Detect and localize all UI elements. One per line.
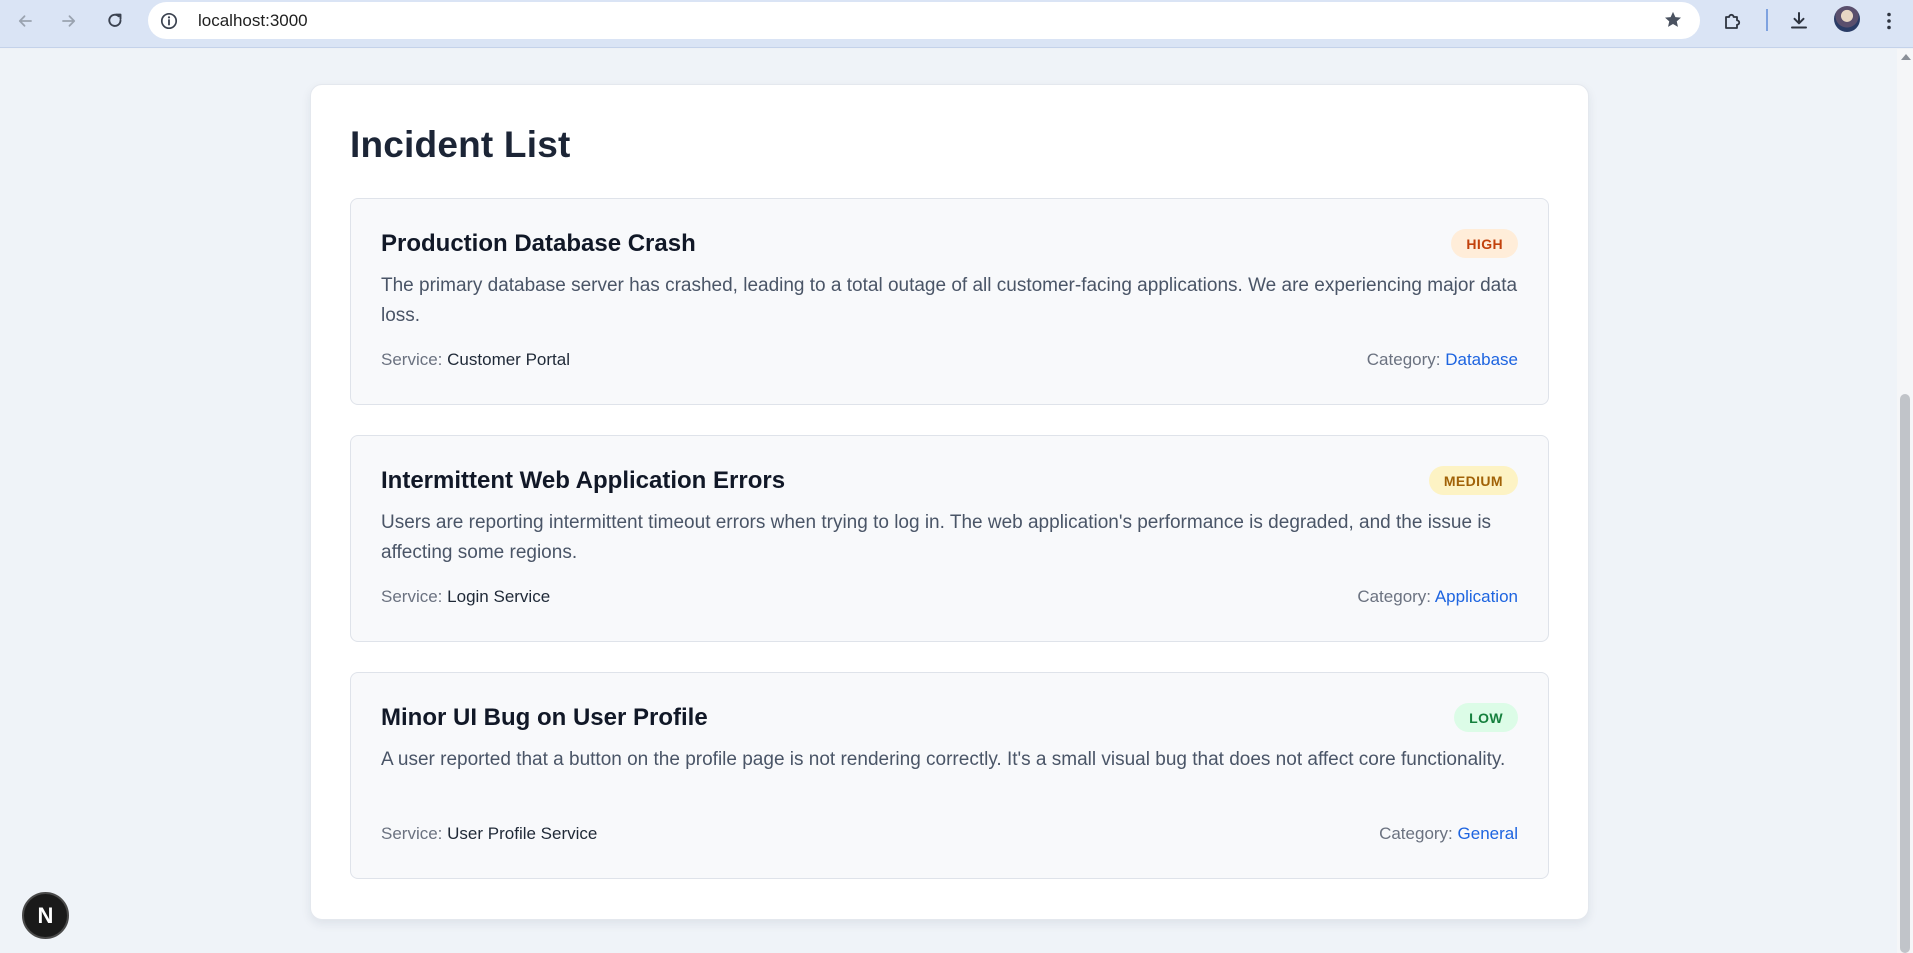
vertical-scrollbar[interactable]	[1897, 49, 1913, 953]
severity-badge: HIGH	[1451, 229, 1518, 258]
kebab-menu-icon	[1887, 12, 1891, 30]
service-field: Service: Customer Portal	[381, 349, 570, 371]
service-value: User Profile Service	[447, 824, 598, 843]
incident-title[interactable]: Production Database Crash	[381, 229, 1518, 259]
next-logo-icon: N	[37, 902, 54, 928]
severity-badge: LOW	[1454, 703, 1518, 732]
avatar[interactable]	[1834, 6, 1860, 32]
service-field: Service: User Profile Service	[381, 823, 597, 845]
nextjs-dev-indicator[interactable]: N	[22, 892, 69, 939]
incident-description: The primary database server has crashed,…	[381, 275, 1518, 326]
category-label: Category:	[1379, 824, 1453, 843]
incident-list: Production Database Crash HIGH The primary…	[350, 198, 1549, 879]
incident-description: A user reported that a button on the pro…	[381, 749, 1506, 770]
incident-card-container: Incident List Production Database Crash H…	[310, 84, 1589, 920]
puzzle-icon	[1725, 13, 1741, 29]
scroll-up-arrow-icon[interactable]	[1901, 54, 1911, 60]
category-value[interactable]: General	[1458, 824, 1518, 843]
page-viewport: Incident List Production Database Crash H…	[0, 49, 1897, 953]
site-info-icon[interactable]	[152, 4, 186, 38]
toolbar-divider	[1766, 9, 1768, 31]
category-value[interactable]: Application	[1435, 587, 1518, 606]
back-button[interactable]	[8, 4, 42, 38]
incident-title[interactable]: Intermittent Web Application Errors	[381, 466, 1518, 496]
service-label: Service:	[381, 824, 443, 843]
category-label: Category:	[1357, 587, 1432, 606]
category-field: Category: Database	[1367, 349, 1518, 371]
download-icon	[1791, 12, 1807, 29]
reload-icon	[108, 13, 122, 27]
url-text[interactable]: localhost:3000	[198, 11, 308, 31]
downloads-button[interactable]	[1782, 4, 1816, 38]
incident-item[interactable]: Production Database Crash HIGH The primary…	[350, 198, 1549, 405]
arrow-right-icon	[62, 15, 76, 27]
incident-item[interactable]: Intermittent Web Application Errors MEDIU…	[350, 435, 1549, 642]
service-field: Service: Login Service	[381, 586, 550, 608]
arrow-left-icon	[18, 15, 32, 27]
severity-badge: MEDIUM	[1428, 466, 1518, 495]
service-value: Customer Portal	[447, 350, 570, 369]
address-bar[interactable]: localhost:3000	[148, 2, 1700, 39]
incident-meta: Service: User Profile Service Category: G…	[381, 823, 1518, 845]
category-field: Category: Application	[1357, 586, 1518, 608]
reload-button[interactable]	[98, 4, 132, 38]
star-icon[interactable]	[1660, 7, 1686, 33]
extensions-button[interactable]	[1716, 4, 1750, 38]
category-field: Category: General	[1379, 823, 1518, 845]
category-value[interactable]: Database	[1445, 350, 1518, 369]
browser-toolbar: localhost:3000	[0, 0, 1913, 48]
service-value: Login Service	[447, 587, 551, 606]
service-label: Service:	[381, 350, 443, 369]
incident-item[interactable]: Minor UI Bug on User Profile LOW A user re…	[350, 672, 1549, 879]
incident-meta: Service: Login Service Category: Applicat…	[381, 586, 1518, 608]
service-label: Service:	[381, 587, 443, 606]
incident-meta: Service: Customer Portal Category: Databa…	[381, 349, 1518, 371]
forward-button[interactable]	[52, 4, 86, 38]
category-label: Category:	[1366, 350, 1441, 369]
menu-button[interactable]	[1872, 4, 1906, 38]
scrollbar-thumb[interactable]	[1900, 394, 1910, 953]
page-title: Incident List	[350, 124, 571, 165]
incident-title[interactable]: Minor UI Bug on User Profile	[381, 703, 1518, 733]
incident-description: Users are reporting intermittent timeout…	[381, 512, 1492, 563]
